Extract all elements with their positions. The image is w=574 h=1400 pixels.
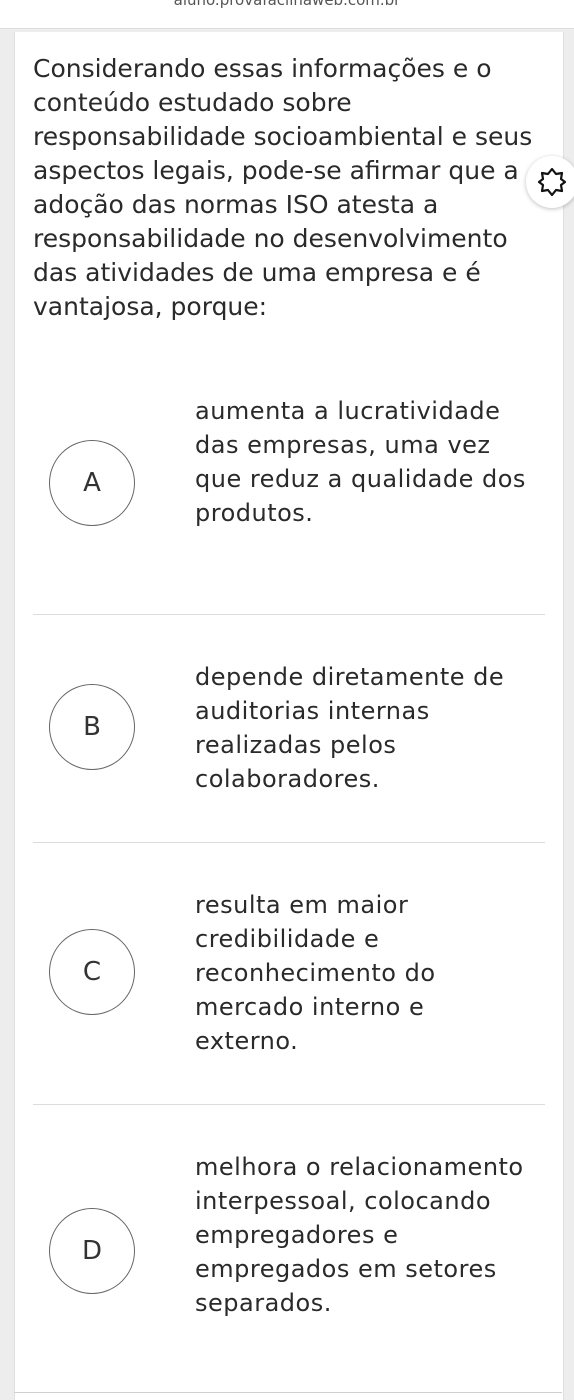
option-a-text[interactable]: aumenta a lucratividade das empresas, um… [195, 394, 535, 530]
brightness-button[interactable] [526, 156, 574, 208]
option-d-letter[interactable]: D [49, 1208, 135, 1294]
option-c-letter[interactable]: C [49, 929, 135, 1015]
option-divider [33, 1104, 545, 1105]
option-divider [33, 614, 545, 615]
url-text: aluno.provafacilnaweb.com.br [173, 0, 401, 9]
browser-url-bar[interactable]: aluno.provafacilnaweb.com.br [0, 0, 574, 29]
question-text: Considerando essas informações e o conte… [33, 54, 533, 321]
question-card: Considerando essas informações e o conte… [14, 32, 564, 1400]
option-c-text[interactable]: resulta em maior credibilidade e reconhe… [195, 888, 535, 1058]
option-divider [33, 842, 545, 843]
option-b-text[interactable]: depende diretamente de auditorias intern… [195, 660, 535, 796]
option-d-text[interactable]: melhora o relacionamento interpessoal, c… [195, 1150, 535, 1320]
brightness-icon [537, 167, 567, 197]
bottom-border [14, 1392, 562, 1393]
option-a-letter[interactable]: A [49, 440, 135, 526]
option-b-letter[interactable]: B [49, 684, 135, 770]
